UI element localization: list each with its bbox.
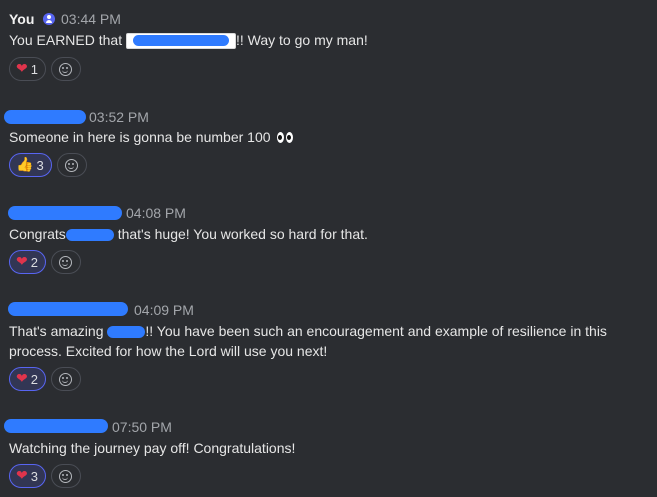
message-text-after: that's huge! You worked so hard for that… xyxy=(117,226,368,242)
redacted-author xyxy=(8,206,122,220)
message-text-after: !! Way to go my man! xyxy=(236,32,368,48)
user-badge-icon xyxy=(43,13,55,25)
reaction-count: 3 xyxy=(30,468,38,484)
heart-icon: ❤ xyxy=(16,61,28,77)
author-name[interactable]: You xyxy=(9,8,34,30)
message: 04:09 PM That's amazing !! You have been… xyxy=(0,299,657,391)
smile-plus-icon xyxy=(59,255,73,269)
redacted-author xyxy=(4,110,86,124)
message-text-before: That's amazing xyxy=(9,323,104,339)
timestamp: 07:50 PM xyxy=(112,419,172,435)
message-text: Someone in here is gonna be number 100 xyxy=(9,127,295,147)
message-text: You EARNED that !! Way to go my man! xyxy=(9,30,368,50)
heart-icon: ❤ xyxy=(16,371,28,387)
smile-plus-icon xyxy=(59,62,73,76)
reaction-bar: ❤ 2 xyxy=(9,250,81,276)
heart-icon: ❤ xyxy=(16,254,28,270)
redacted-mention xyxy=(107,326,146,339)
reaction-bar: ❤ 1 xyxy=(9,57,81,83)
timestamp: 04:08 PM xyxy=(126,205,186,221)
smile-plus-icon xyxy=(59,372,73,386)
message-header: 07:50 PM xyxy=(0,416,657,438)
redacted-author xyxy=(8,302,128,316)
message: 03:52 PM Someone in here is gonna be num… xyxy=(0,106,657,177)
timestamp: 03:52 PM xyxy=(89,109,149,125)
reaction-count: 3 xyxy=(36,157,44,173)
message-header: You 03:44 PM xyxy=(0,8,657,30)
add-reaction-button[interactable] xyxy=(56,153,87,177)
heart-icon: ❤ xyxy=(16,468,28,484)
message-header: 03:52 PM xyxy=(0,106,657,128)
reaction-heart[interactable]: ❤ 3 xyxy=(9,464,46,488)
reaction-count: 2 xyxy=(30,371,38,387)
reaction-count: 2 xyxy=(30,254,38,270)
message-text-before: You EARNED that xyxy=(9,32,123,48)
message-text: Watching the journey pay off! Congratula… xyxy=(9,438,295,458)
add-reaction-button[interactable] xyxy=(50,57,81,81)
message-header: 04:08 PM xyxy=(0,202,657,224)
message-text-body: Watching the journey pay off! Congratula… xyxy=(9,440,296,456)
message-text-before: Congrats xyxy=(9,226,66,242)
add-reaction-button[interactable] xyxy=(50,367,81,391)
reaction-heart[interactable]: ❤ 2 xyxy=(9,250,46,274)
reaction-count: 1 xyxy=(30,61,38,77)
add-reaction-button[interactable] xyxy=(50,250,81,274)
message-text-body: Someone in here is gonna be number 100 xyxy=(9,129,271,145)
message: 04:08 PM Congrats that's huge! You worke… xyxy=(0,202,657,274)
reaction-heart[interactable]: ❤ 2 xyxy=(9,367,46,391)
redacted-author xyxy=(4,419,108,433)
message-text: Congrats that's huge! You worked so hard… xyxy=(9,224,368,244)
reaction-bar: ❤ 2 xyxy=(9,367,81,393)
smile-plus-icon xyxy=(65,158,79,172)
reaction-thumbs-up[interactable]: 👍 3 xyxy=(9,153,52,177)
timestamp: 03:44 PM xyxy=(61,11,121,27)
message-feed: You 03:44 PM You EARNED that !! Way to g… xyxy=(0,0,657,497)
redacted-mention xyxy=(126,33,236,50)
timestamp: 04:09 PM xyxy=(134,302,194,318)
reaction-heart[interactable]: ❤ 1 xyxy=(9,57,46,81)
thumbs-up-icon: 👍 xyxy=(16,157,34,173)
message: You 03:44 PM You EARNED that !! Way to g… xyxy=(0,8,657,81)
add-reaction-button[interactable] xyxy=(50,464,81,488)
message: 07:50 PM Watching the journey pay off! C… xyxy=(0,416,657,488)
eyes-icon xyxy=(276,132,295,144)
message-text: That's amazing !! You have been such an … xyxy=(9,321,649,361)
reaction-bar: ❤ 3 xyxy=(9,464,81,490)
reaction-bar: 👍 3 xyxy=(9,153,87,179)
message-header: 04:09 PM xyxy=(0,299,657,321)
smile-plus-icon xyxy=(59,469,73,483)
redacted-mention xyxy=(65,229,114,242)
